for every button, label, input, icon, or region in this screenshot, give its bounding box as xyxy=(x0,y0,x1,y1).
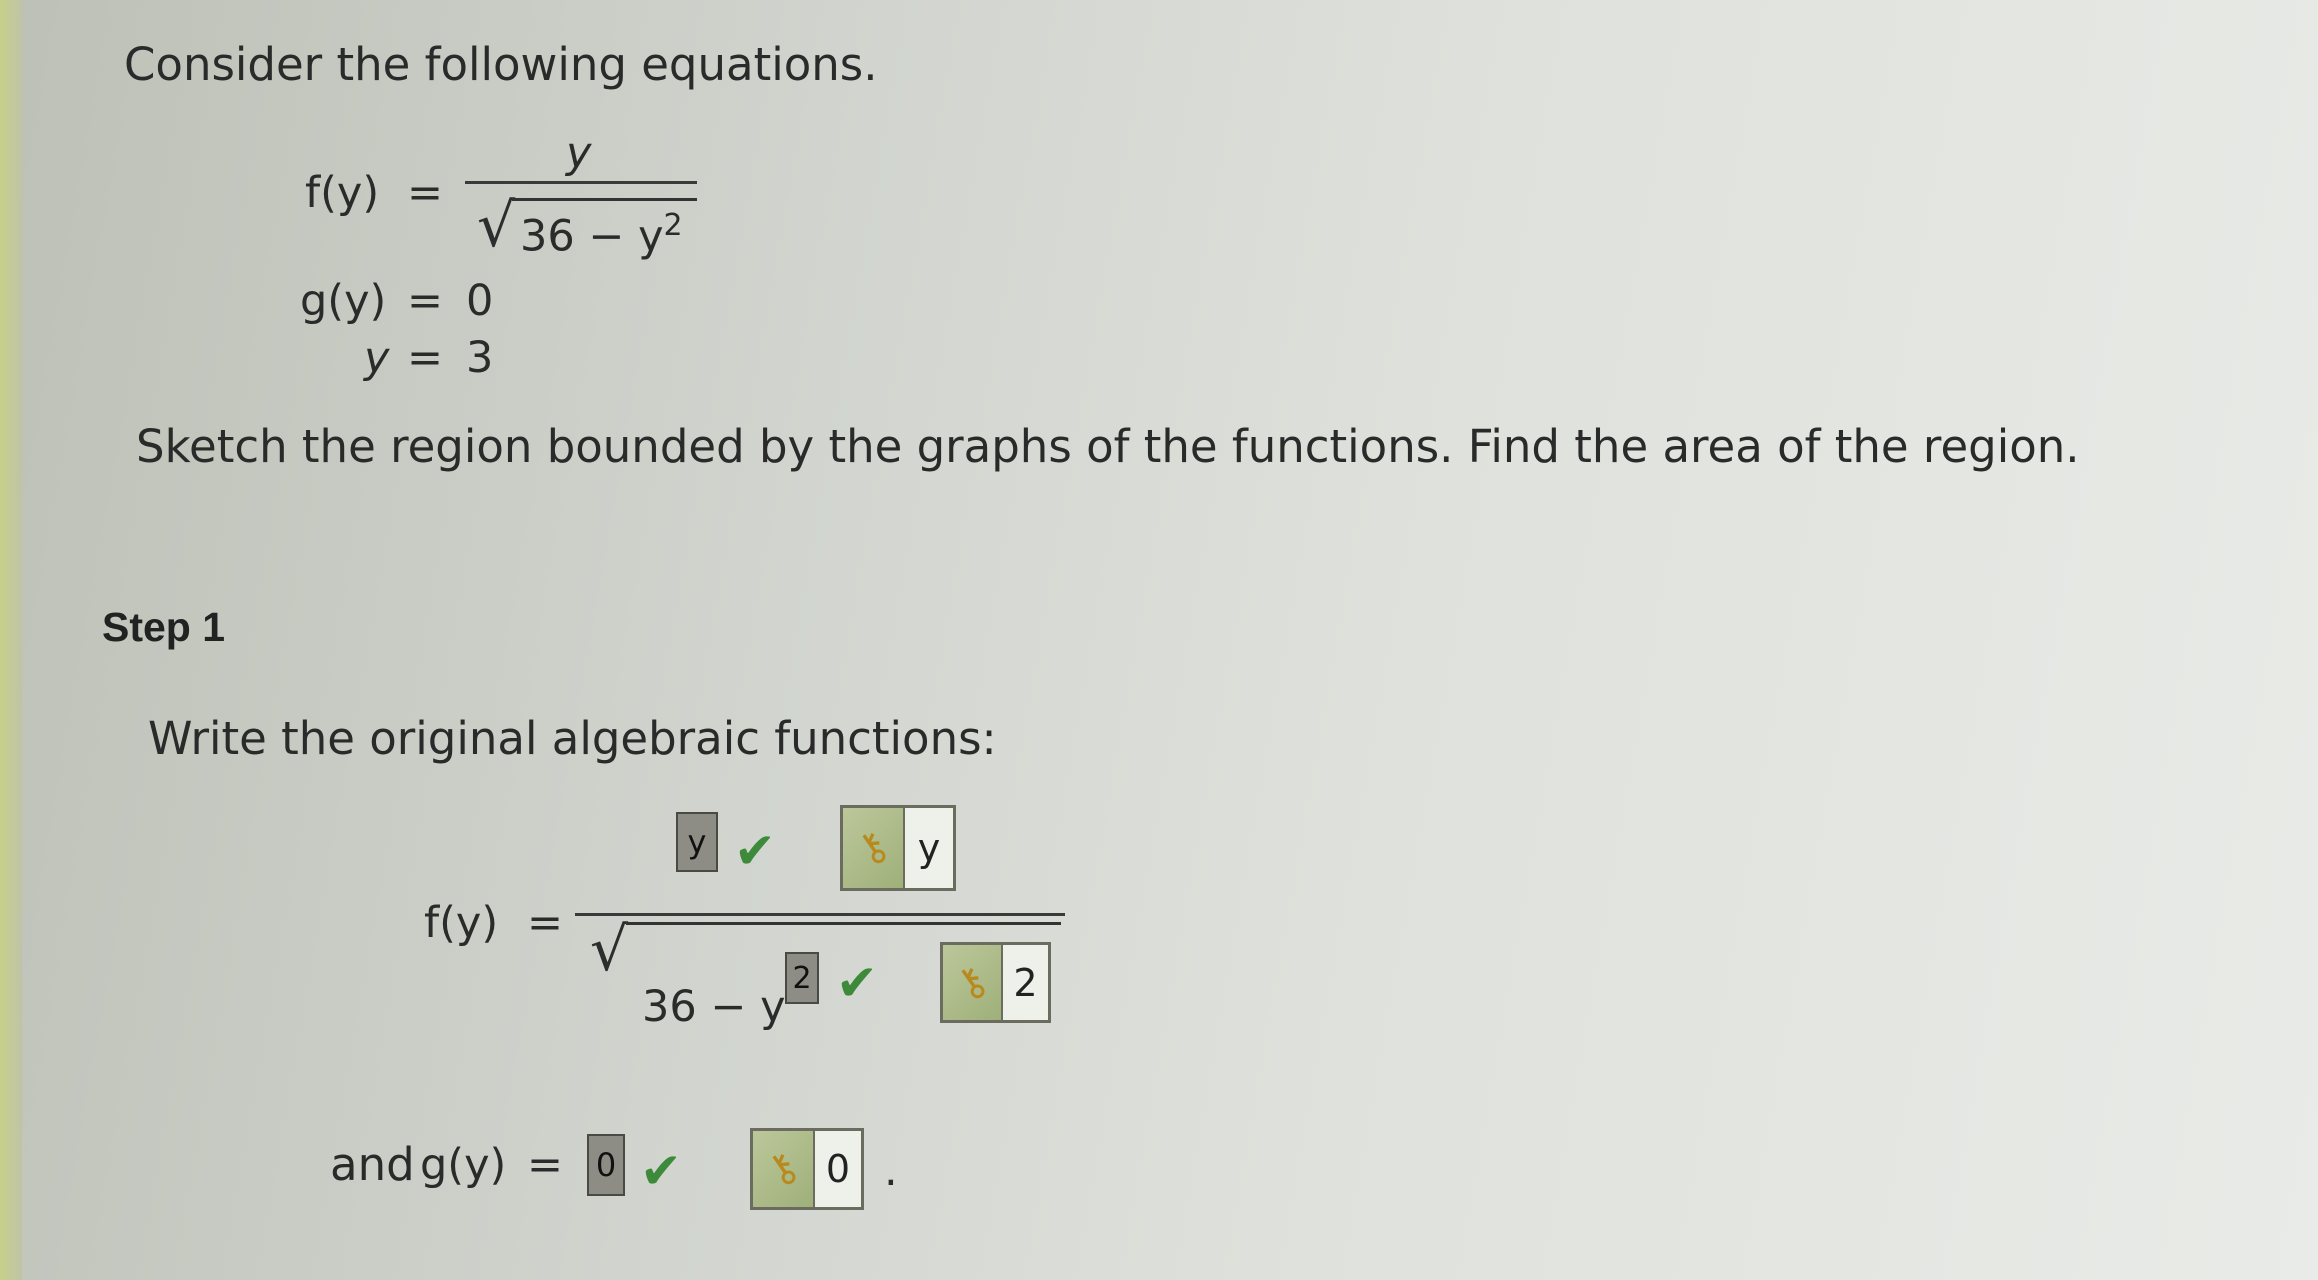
key-icon: ⚷ xyxy=(753,1131,815,1207)
f-fraction-bar xyxy=(465,181,697,184)
g-equals: = xyxy=(407,276,444,326)
f-radicand-base: 36 − y xyxy=(520,211,664,262)
sqrt-overbar xyxy=(512,198,697,201)
exponent-answer-field[interactable]: 2 xyxy=(785,952,819,1004)
step-g-lhs: g(y) xyxy=(420,1140,507,1190)
exponent-key-button[interactable]: ⚷ 2 xyxy=(940,942,1051,1023)
g-answer-field[interactable]: 0 xyxy=(587,1134,625,1196)
step-radicand-prefix: 36 − y xyxy=(642,982,786,1032)
numerator-key-button[interactable]: ⚷ y xyxy=(840,805,956,891)
f-numerator: y xyxy=(566,128,592,178)
checkmark-icon: ✔ xyxy=(734,822,776,880)
f-equals: = xyxy=(407,168,444,218)
step-f-equals: = xyxy=(527,898,564,948)
g-lhs: g(y) xyxy=(300,276,387,326)
y-rhs: 3 xyxy=(466,333,494,383)
sqrt-icon: √ xyxy=(590,915,629,985)
intro-text: Consider the following equations. xyxy=(124,38,878,91)
f-radicand-exponent: 2 xyxy=(663,208,683,243)
step-g-equals: = xyxy=(527,1140,564,1190)
step-sqrt-overbar xyxy=(626,922,1061,925)
step-prompt: Write the original algebraic functions: xyxy=(148,712,997,765)
key-icon: ⚷ xyxy=(943,945,1003,1020)
left-edge xyxy=(0,0,22,1280)
step-period: . xyxy=(884,1146,898,1196)
g-prefix: and xyxy=(330,1138,415,1191)
checkmark-icon: ✔ xyxy=(640,1142,682,1200)
f-radicand: 36 − y2 xyxy=(520,208,683,261)
instruction-text: Sketch the region bounded by the graphs … xyxy=(136,420,2080,473)
sqrt-icon: √ xyxy=(477,191,516,261)
numerator-key-value: y xyxy=(905,808,953,888)
exponent-key-value: 2 xyxy=(1003,945,1048,1020)
step-fraction-bar xyxy=(575,913,1065,916)
f-lhs: f(y) xyxy=(305,168,380,218)
y-equals: = xyxy=(407,333,444,383)
g-rhs: 0 xyxy=(466,276,494,326)
g-key-value: 0 xyxy=(815,1131,861,1207)
key-icon: ⚷ xyxy=(843,808,905,888)
y-lhs: y xyxy=(364,333,390,383)
checkmark-icon: ✔ xyxy=(836,954,878,1012)
g-key-button[interactable]: ⚷ 0 xyxy=(750,1128,864,1210)
step-f-lhs: f(y) xyxy=(424,898,499,948)
numerator-answer-field[interactable]: y xyxy=(676,812,718,872)
step-title: Step 1 xyxy=(102,604,226,650)
